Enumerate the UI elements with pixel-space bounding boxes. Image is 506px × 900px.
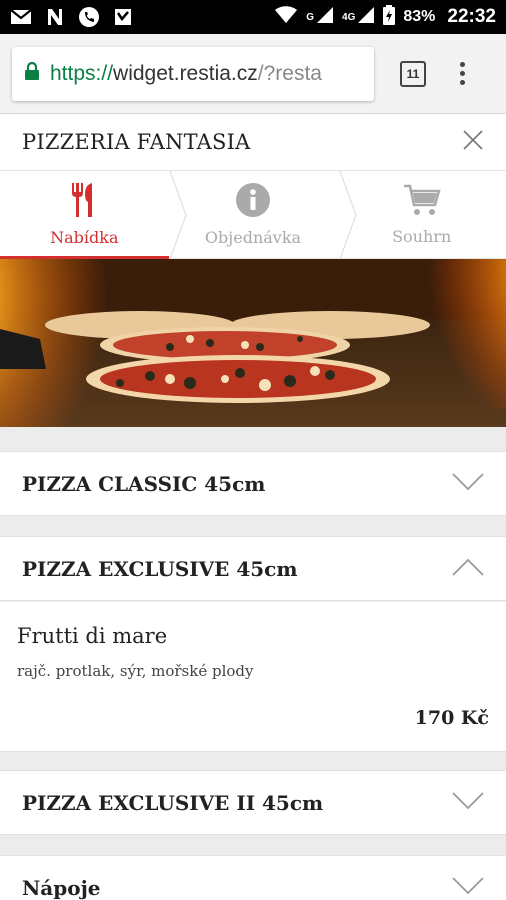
step-souhrn[interactable]: Souhrn <box>337 171 506 258</box>
step-label: Nabídka <box>50 228 119 247</box>
chevron-down-icon <box>452 876 484 899</box>
n-app-icon <box>44 6 66 28</box>
address-bar[interactable]: https://widget.restia.cz/?resta <box>12 46 374 101</box>
signal-icon <box>316 6 334 29</box>
category-pizza-classic[interactable]: PIZZA CLASSIC 45cm <box>0 451 506 516</box>
status-bar: G 4G 83% 22:32 <box>0 0 506 34</box>
menu-item-description: rajč. protlak, sýr, mořské plody <box>17 662 254 680</box>
network-4g-label: 4G <box>342 11 356 23</box>
signal-icon-2 <box>357 6 375 29</box>
step-divider <box>169 171 187 259</box>
category-pizza-exclusive[interactable]: PIZZA EXCLUSIVE 45cm <box>0 536 506 601</box>
gmail-icon <box>10 6 32 28</box>
cart-icon <box>403 183 441 221</box>
network-g-label: G <box>306 11 315 23</box>
app-icon <box>112 6 134 28</box>
battery-icon <box>383 4 396 30</box>
chevron-down-icon <box>452 791 484 814</box>
chevron-down-icon <box>452 472 484 495</box>
step-objednavka[interactable]: Objednávka <box>169 171 338 258</box>
tab-switcher-button[interactable]: 11 <box>400 60 426 87</box>
category-title: PIZZA EXCLUSIVE II 45cm <box>22 790 324 815</box>
menu-item-price: 170 Kč <box>414 707 489 729</box>
url-path: /?resta <box>257 61 322 85</box>
url-host: widget.restia.cz <box>113 61 258 85</box>
cutlery-icon <box>70 182 98 222</box>
menu-item-name: Frutti di mare <box>17 624 168 648</box>
category-pizza-exclusive-ii[interactable]: PIZZA EXCLUSIVE II 45cm <box>0 770 506 835</box>
category-title: Nápoje <box>22 875 101 900</box>
category-title: PIZZA CLASSIC 45cm <box>22 471 266 496</box>
url-scheme: https:// <box>50 61 114 85</box>
chevron-up-icon <box>452 558 484 580</box>
order-steps: Nabídka Objednávka Souhrn <box>0 171 506 259</box>
clock: 22:32 <box>447 6 496 27</box>
step-nabidka[interactable]: Nabídka <box>0 171 169 259</box>
restaurant-title: PIZZERIA FANTASIA <box>22 130 251 154</box>
step-divider <box>339 171 357 259</box>
category-napoje[interactable]: Nápoje <box>0 855 506 900</box>
step-label: Souhrn <box>392 227 452 246</box>
close-icon[interactable] <box>462 129 484 155</box>
step-label: Objednávka <box>204 228 302 247</box>
category-title: PIZZA EXCLUSIVE 45cm <box>22 556 298 581</box>
battery-level: 83% <box>403 8 436 25</box>
info-icon <box>235 182 271 222</box>
menu-item[interactable]: Frutti di mare rajč. protlak, sýr, mořsk… <box>0 602 506 752</box>
lock-icon <box>24 61 40 87</box>
wifi-icon <box>274 5 298 29</box>
pizza-oven-image <box>0 259 506 427</box>
phone-icon <box>78 6 100 28</box>
widget-header: PIZZERIA FANTASIA <box>0 114 506 171</box>
overflow-menu-icon[interactable] <box>460 62 465 85</box>
browser-toolbar: https://widget.restia.cz/?resta 11 <box>0 34 506 114</box>
